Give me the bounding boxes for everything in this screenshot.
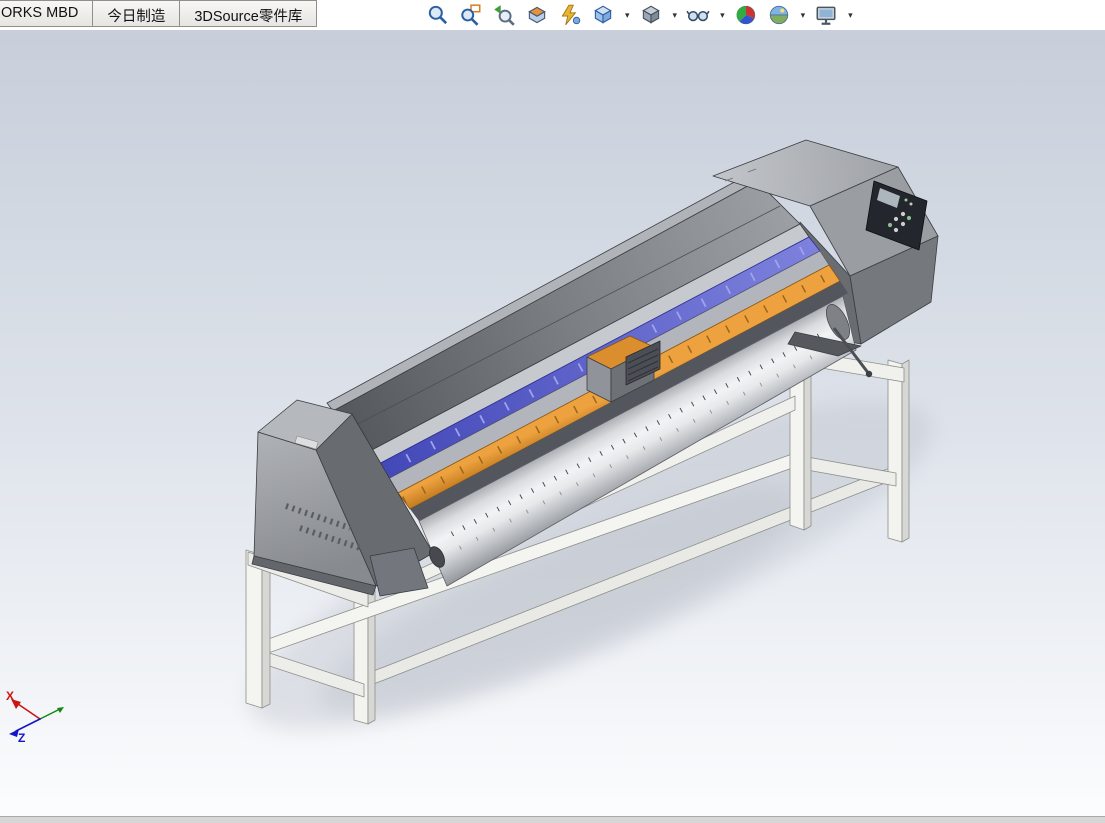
zoom-to-fit-icon[interactable] xyxy=(426,3,450,27)
viewport-3d[interactable]: X Z xyxy=(0,0,1105,823)
hide-show-items-icon[interactable] xyxy=(686,3,710,27)
panel-button xyxy=(887,222,893,228)
heads-up-view-toolbar: ▾ ▾ ▾ ▾ ▾ xyxy=(426,1,853,29)
hide-show-items-glyph xyxy=(686,10,710,22)
edit-appearance-icon[interactable] xyxy=(734,3,758,27)
apply-scene-glyph xyxy=(769,5,788,25)
panel-button xyxy=(893,216,899,222)
stand-leg-back-right xyxy=(887,359,903,543)
rod-knob xyxy=(865,370,873,378)
view-settings-icon[interactable] xyxy=(814,3,838,27)
zoom-to-area-glyph xyxy=(461,4,481,26)
apply-scene-icon[interactable] xyxy=(767,3,791,27)
panel-button xyxy=(906,215,912,221)
panel-button xyxy=(893,227,899,233)
display-style-glyph xyxy=(641,5,660,24)
view-settings-dropdown[interactable]: ▾ xyxy=(848,10,853,20)
edit-appearance-glyph xyxy=(736,5,755,25)
annotation-views-icon[interactable] xyxy=(558,3,582,27)
x-axis-label: X xyxy=(6,689,14,703)
stand-leg-front-left-side xyxy=(261,550,271,709)
annotation-views-glyph xyxy=(561,4,581,26)
zoom-to-area-icon[interactable] xyxy=(459,3,483,27)
status-bar xyxy=(0,816,1105,823)
stand-leg-back-right-side xyxy=(901,359,910,543)
section-view-icon[interactable] xyxy=(525,3,549,27)
display-style-icon[interactable] xyxy=(639,3,663,27)
tab-solidworks-mbd[interactable]: ORKS MBD xyxy=(0,0,94,27)
stand-leg-front-left xyxy=(245,549,263,709)
hide-show-items-dropdown[interactable]: ▾ xyxy=(720,10,725,20)
view-settings-glyph xyxy=(816,6,836,25)
view-orientation-icon[interactable] xyxy=(591,3,615,27)
display-style-dropdown[interactable]: ▾ xyxy=(673,10,678,20)
zoom-to-fit-glyph xyxy=(428,5,448,25)
document-tabs: ORKS MBD 今日制造 3DSource零件库 xyxy=(0,0,318,27)
tab-today-manufacturing[interactable]: 今日制造 xyxy=(93,0,181,27)
panel-button xyxy=(900,211,906,217)
previous-view-glyph xyxy=(494,5,515,26)
section-view-glyph xyxy=(528,6,546,24)
panel-button xyxy=(900,221,906,227)
view-orientation-glyph xyxy=(594,5,612,24)
apply-scene-dropdown[interactable]: ▾ xyxy=(801,10,806,20)
previous-view-icon[interactable] xyxy=(492,3,516,27)
panel-led xyxy=(909,202,913,206)
tab-3dsource-parts[interactable]: 3DSource零件库 xyxy=(180,0,318,27)
view-orientation-dropdown[interactable]: ▾ xyxy=(625,10,630,20)
panel-led xyxy=(904,198,908,202)
z-axis-label: Z xyxy=(18,731,25,745)
